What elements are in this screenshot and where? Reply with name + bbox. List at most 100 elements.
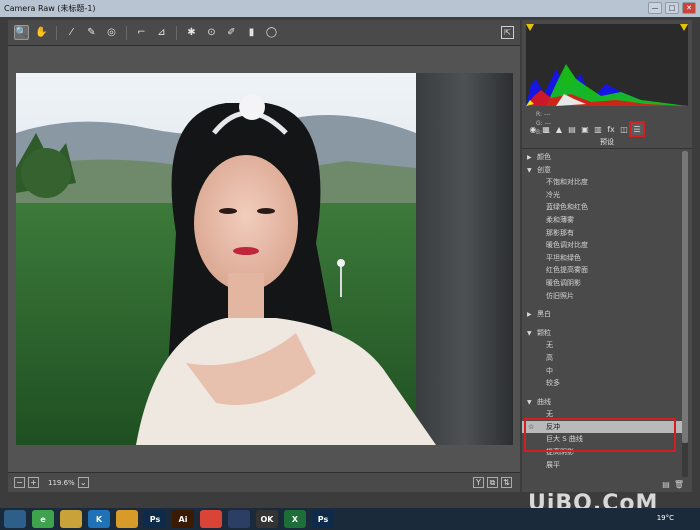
- minimize-button[interactable]: —: [648, 2, 662, 14]
- swap-view-icon[interactable]: ⧉: [487, 477, 498, 488]
- camera-calibration-tab-icon[interactable]: ◫: [618, 123, 630, 135]
- preset-group[interactable]: ▶ 黑白: [522, 308, 682, 321]
- hand-tool-icon[interactable]: ✋: [34, 25, 49, 40]
- start-button-icon[interactable]: [4, 510, 26, 528]
- app-ps2-icon[interactable]: Ps: [312, 510, 334, 528]
- preset-label: 创意: [537, 165, 551, 174]
- color-sampler-tool-icon[interactable]: ✎: [84, 25, 99, 40]
- adjustment-brush-tool-icon[interactable]: ✐: [224, 25, 239, 40]
- histogram: [526, 24, 688, 106]
- preset-label: 蓝绿色和红色: [546, 203, 588, 212]
- app-folder-icon[interactable]: [60, 510, 82, 528]
- preview-area: 🔍 ✋ ⁄ ✎ ◎ ⌐ ⊿ ✱ ⊙ ✐ ▮ ◯ ⇱ − + 119.6% ⌄ Y…: [8, 20, 520, 492]
- tray-temperature: 19°C: [656, 514, 674, 522]
- window-title: Camera Raw (未标题-1): [4, 4, 96, 13]
- presets-tab-icon[interactable]: ☰: [629, 121, 645, 137]
- preset-item[interactable]: 中: [522, 365, 682, 378]
- preset-group[interactable]: ▼ 曲线: [522, 396, 682, 409]
- preset-scrollbar[interactable]: [682, 151, 688, 477]
- preset-label: 较多: [546, 379, 560, 388]
- detail-tab-icon[interactable]: ▲: [553, 123, 565, 135]
- r-value: ---: [543, 111, 551, 118]
- hsl-tab-icon[interactable]: ▤: [566, 123, 578, 135]
- split-toning-tab-icon[interactable]: ▣: [579, 123, 591, 135]
- lens-tab-icon[interactable]: ▥: [592, 123, 604, 135]
- preset-label: 红色提高雾面: [546, 266, 588, 275]
- preset-item[interactable]: 仿旧照片: [522, 290, 682, 303]
- graduated-filter-tool-icon[interactable]: ▮: [244, 25, 259, 40]
- red-eye-tool-icon[interactable]: ⊙: [204, 25, 219, 40]
- preset-item[interactable]: 柔和薄雾: [522, 214, 682, 227]
- app-excel-icon[interactable]: X: [284, 510, 306, 528]
- preset-label: 颗粒: [537, 328, 551, 337]
- tool-bar: 🔍 ✋ ⁄ ✎ ◎ ⌐ ⊿ ✱ ⊙ ✐ ▮ ◯ ⇱: [8, 20, 520, 46]
- export-icon[interactable]: ⇱: [501, 26, 514, 39]
- app-c4d-icon[interactable]: [228, 510, 250, 528]
- curve-highlight-box: [524, 418, 676, 452]
- toggle-view-icon[interactable]: ⇅: [501, 477, 512, 488]
- preset-label: 黑白: [537, 310, 551, 319]
- toolbar-divider: [126, 25, 127, 40]
- zoom-out-button[interactable]: −: [14, 477, 25, 488]
- app-files-icon[interactable]: [116, 510, 138, 528]
- preset-item[interactable]: 不饱和对比度: [522, 176, 682, 189]
- straighten-tool-icon[interactable]: ⊿: [154, 25, 169, 40]
- preset-label: 仿旧照片: [546, 291, 574, 300]
- photo-preview[interactable]: [16, 73, 513, 445]
- preset-group[interactable]: ▼ 颗粒: [522, 327, 682, 340]
- zoom-in-button[interactable]: +: [28, 477, 39, 488]
- preset-item[interactable]: 展平: [522, 459, 682, 472]
- app-ok-icon[interactable]: OK: [256, 510, 278, 528]
- portrait-photo: [16, 73, 513, 445]
- histogram-graph: [526, 24, 688, 106]
- r-label: R:: [536, 111, 543, 118]
- preset-label: 曲线: [537, 397, 551, 406]
- app-ai-icon[interactable]: Ai: [172, 510, 194, 528]
- app-k-icon[interactable]: K: [88, 510, 110, 528]
- zoom-level[interactable]: 119.6%: [48, 479, 75, 487]
- preset-item[interactable]: 平坦和绿色: [522, 252, 682, 265]
- preset-item[interactable]: 冷光: [522, 189, 682, 202]
- preset-label: 高: [546, 353, 553, 362]
- zoom-tool-icon[interactable]: 🔍: [14, 25, 29, 40]
- preset-item[interactable]: 高: [522, 352, 682, 365]
- preset-item[interactable]: 无: [522, 339, 682, 352]
- preset-item[interactable]: 较多: [522, 377, 682, 390]
- preset-label: 暖色调对比度: [546, 241, 588, 250]
- panel-tabs: ◉ ▦ ▲ ▤ ▣ ▥ fx ◫ ☰: [522, 120, 692, 138]
- new-preset-icon[interactable]: ▤: [662, 480, 670, 489]
- targeted-adjust-tool-icon[interactable]: ◎: [104, 25, 119, 40]
- maximize-button[interactable]: □: [665, 2, 679, 14]
- toolbar-divider: [176, 25, 177, 40]
- close-button[interactable]: ✕: [682, 2, 696, 14]
- radial-filter-tool-icon[interactable]: ◯: [264, 25, 279, 40]
- delete-preset-icon[interactable]: 🗑: [674, 480, 684, 489]
- preset-label: 平坦和绿色: [546, 253, 581, 262]
- preset-label: 暖色调阴影: [546, 278, 581, 287]
- crop-tool-icon[interactable]: ⌐: [134, 25, 149, 40]
- preset-label: 柔和薄雾: [546, 215, 574, 224]
- view-buttons: Y ⧉ ⇅: [473, 477, 512, 488]
- preview-status-bar: − + 119.6% ⌄ Y ⧉ ⇅: [8, 472, 520, 492]
- panel-title: 预设: [522, 137, 692, 149]
- basic-tab-icon[interactable]: ◉: [527, 123, 539, 135]
- white-balance-tool-icon[interactable]: ⁄: [64, 25, 79, 40]
- app-chrome-icon[interactable]: [200, 510, 222, 528]
- tone-curve-tab-icon[interactable]: ▦: [540, 123, 552, 135]
- zoom-dropdown-icon[interactable]: ⌄: [77, 477, 89, 488]
- effects-tab-icon[interactable]: fx: [605, 123, 617, 135]
- preset-item[interactable]: 暖色调对比度: [522, 239, 682, 252]
- adjustment-panel: R: --- G: --- B: --- ◉ ▦ ▲ ▤ ▣ ▥ fx ◫ ☰ …: [522, 20, 692, 492]
- spot-removal-tool-icon[interactable]: ✱: [184, 25, 199, 40]
- app-ps1-icon[interactable]: Ps: [144, 510, 166, 528]
- before-after-y-button[interactable]: Y: [473, 477, 484, 488]
- preset-group[interactable]: ▶ 颜色: [522, 151, 682, 164]
- app-360-icon[interactable]: e: [32, 510, 54, 528]
- preset-item[interactable]: 红色提高雾面: [522, 264, 682, 277]
- preset-item[interactable]: 那影那有: [522, 227, 682, 240]
- scrollbar-thumb[interactable]: [682, 151, 688, 443]
- preset-item[interactable]: 暖色调阴影: [522, 277, 682, 290]
- preset-group[interactable]: ▼ 创意: [522, 164, 682, 177]
- preset-item[interactable]: 蓝绿色和红色: [522, 201, 682, 214]
- window-titlebar: Camera Raw (未标题-1) — □ ✕: [0, 0, 700, 17]
